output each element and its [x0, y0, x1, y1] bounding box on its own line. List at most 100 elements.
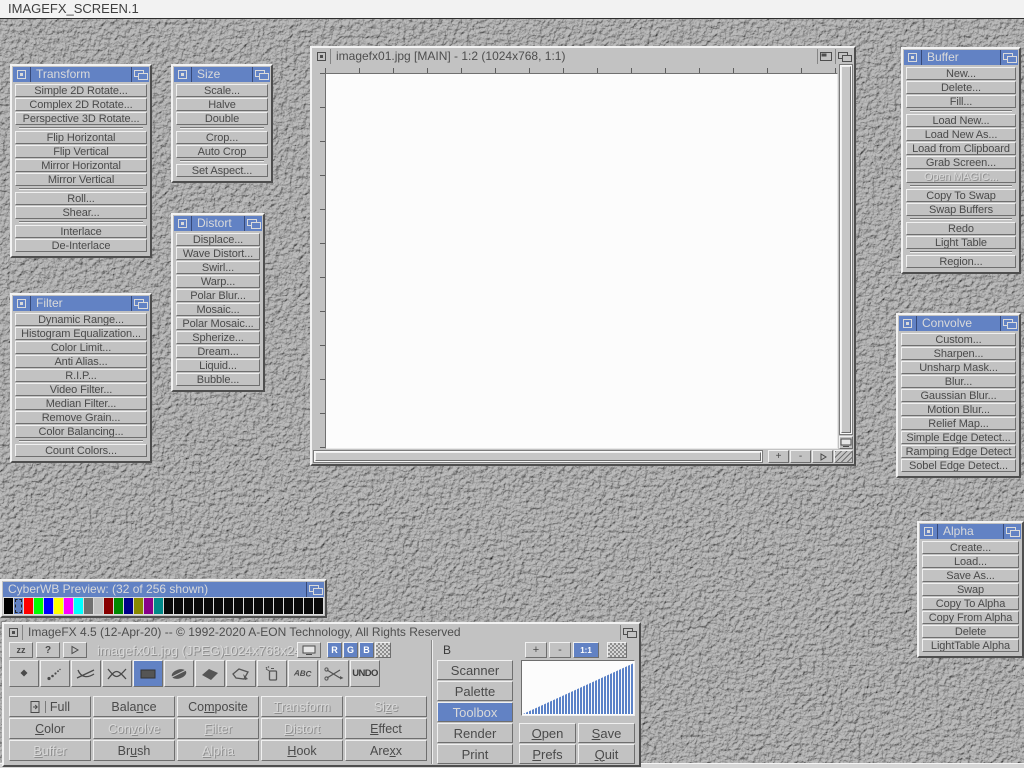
quit-button[interactable]: Quit — [578, 744, 635, 764]
palette-button[interactable]: Simple 2D Rotate... — [15, 84, 147, 97]
scrollbar-thumb[interactable] — [841, 66, 851, 433]
palette-button[interactable]: Mirror Vertical — [15, 173, 147, 186]
curve-tool-button[interactable] — [102, 660, 132, 687]
palette-button[interactable]: Grab Screen... — [906, 156, 1016, 169]
sleep-button[interactable]: zz — [9, 642, 33, 658]
palette-button[interactable]: R.I.P... — [15, 369, 147, 382]
palette-button[interactable]: Delete... — [906, 81, 1016, 94]
print-button[interactable]: Print — [437, 744, 513, 764]
resize-grip[interactable] — [834, 450, 853, 463]
color-swatch[interactable] — [164, 598, 173, 614]
zoom-out-button[interactable]: - — [549, 642, 571, 658]
color-button[interactable]: Color — [9, 718, 91, 739]
palette-button[interactable]: Bubble... — [176, 373, 260, 386]
palette-button[interactable]: Polar Mosaic... — [176, 317, 260, 330]
fill-tool-button[interactable] — [257, 660, 287, 687]
color-swatch[interactable] — [184, 598, 193, 614]
depth-gadget[interactable] — [252, 67, 270, 82]
color-swatch[interactable] — [214, 598, 223, 614]
full-button[interactable]: Full — [9, 696, 91, 717]
freehand-tool-button[interactable] — [226, 660, 256, 687]
palette-button[interactable]: Histogram Equalization... — [15, 327, 147, 340]
palette-button[interactable]: Roll... — [15, 192, 147, 205]
zoom-in-button[interactable]: + — [525, 642, 547, 658]
color-swatch[interactable] — [224, 598, 233, 614]
close-gadget[interactable] — [174, 67, 192, 82]
palette-button[interactable]: Interlace — [15, 225, 147, 238]
palette-button[interactable]: Fill... — [906, 95, 1016, 108]
palette-button[interactable]: Crop... — [176, 131, 268, 144]
color-swatch[interactable] — [14, 598, 23, 614]
color-swatch[interactable] — [234, 598, 243, 614]
palette-button[interactable]: Liquid... — [176, 359, 260, 372]
palette-button[interactable]: Perspective 3D Rotate... — [15, 112, 147, 125]
image-canvas[interactable] — [325, 73, 838, 449]
palette-button[interactable]: Swap Buffers — [906, 203, 1016, 216]
undo-button[interactable]: UNDO — [350, 660, 380, 687]
color-swatch[interactable] — [64, 598, 73, 614]
color-swatch[interactable] — [294, 598, 303, 614]
color-swatch[interactable] — [244, 598, 253, 614]
zoom-out-button[interactable]: - — [790, 450, 811, 463]
palette-button[interactable]: De-Interlace — [15, 239, 147, 252]
convolve-button[interactable]: Convolve — [93, 718, 175, 739]
polygon-tool-button[interactable] — [195, 660, 225, 687]
palette-button[interactable]: Redo — [906, 222, 1016, 235]
image-window-titlebar[interactable]: imagefx01.jpg [MAIN] - 1:2 (1024x768, 1:… — [313, 49, 853, 64]
red-channel-button[interactable]: R — [327, 642, 342, 658]
color-swatch[interactable] — [54, 598, 63, 614]
palette-button[interactable]: Color Limit... — [15, 341, 147, 354]
filter-button[interactable]: Filter — [177, 718, 259, 739]
palette-button[interactable]: Copy From Alpha — [922, 611, 1019, 624]
palette-button[interactable]: Load... — [922, 555, 1019, 568]
palette-button[interactable]: Create... — [922, 541, 1019, 554]
prefs-button[interactable]: Prefs — [519, 744, 576, 764]
depth-gadget[interactable] — [244, 216, 262, 231]
color-swatch[interactable] — [24, 598, 33, 614]
palette-button[interactable]: Swap — [922, 583, 1019, 596]
play-button[interactable] — [63, 642, 87, 658]
play-button[interactable] — [812, 450, 833, 463]
toolbox-button[interactable]: Toolbox — [437, 702, 513, 722]
screen-mode-button[interactable] — [297, 642, 321, 658]
depth-gadget[interactable] — [835, 49, 853, 64]
palette-button[interactable]: Auto Crop — [176, 145, 268, 158]
palette-button[interactable]: Save As... — [922, 569, 1019, 582]
depth-gadget[interactable] — [1000, 50, 1018, 65]
brush-button[interactable]: Brush — [93, 740, 175, 761]
color-swatch[interactable] — [84, 598, 93, 614]
depth-gadget[interactable] — [131, 296, 149, 311]
depth-gadget[interactable] — [1003, 524, 1021, 539]
palette-button[interactable]: Ramping Edge Detect — [901, 445, 1016, 458]
help-button[interactable]: ? — [36, 642, 60, 658]
close-gadget[interactable] — [5, 625, 23, 640]
palette-button[interactable]: Delete — [922, 625, 1019, 638]
depth-gadget[interactable] — [306, 582, 324, 597]
palette-button[interactable]: Video Filter... — [15, 383, 147, 396]
palette-button[interactable]: Median Filter... — [15, 397, 147, 410]
palette-button[interactable]: Custom... — [901, 333, 1016, 346]
color-swatch[interactable] — [104, 598, 113, 614]
color-swatch[interactable] — [264, 598, 273, 614]
color-swatch[interactable] — [4, 598, 13, 614]
box-tool-button[interactable] — [133, 660, 163, 687]
palette-button[interactable]: Palette — [437, 681, 513, 701]
palette-button[interactable]: Complex 2D Rotate... — [15, 98, 147, 111]
color-swatch[interactable] — [124, 598, 133, 614]
color-swatch[interactable] — [44, 598, 53, 614]
palette-button[interactable]: Anti Alias... — [15, 355, 147, 368]
color-swatch[interactable] — [144, 598, 153, 614]
close-gadget[interactable] — [174, 216, 192, 231]
save-button[interactable]: Save — [578, 723, 635, 743]
palette-button[interactable]: Color Balancing... — [15, 425, 147, 438]
palette-button[interactable]: Warp... — [176, 275, 260, 288]
palette-button[interactable]: Set Aspect... — [176, 164, 268, 177]
palette-button[interactable]: New... — [906, 67, 1016, 80]
palette-button[interactable]: Load from Clipboard — [906, 142, 1016, 155]
render-button[interactable]: Render — [437, 723, 513, 743]
palette-button[interactable]: Sobel Edge Detect... — [901, 459, 1016, 472]
palette-button[interactable]: Flip Vertical — [15, 145, 147, 158]
palette-button[interactable]: Flip Horizontal — [15, 131, 147, 144]
balance-button[interactable]: Balance — [93, 696, 175, 717]
depth-gadget[interactable] — [1000, 316, 1018, 331]
